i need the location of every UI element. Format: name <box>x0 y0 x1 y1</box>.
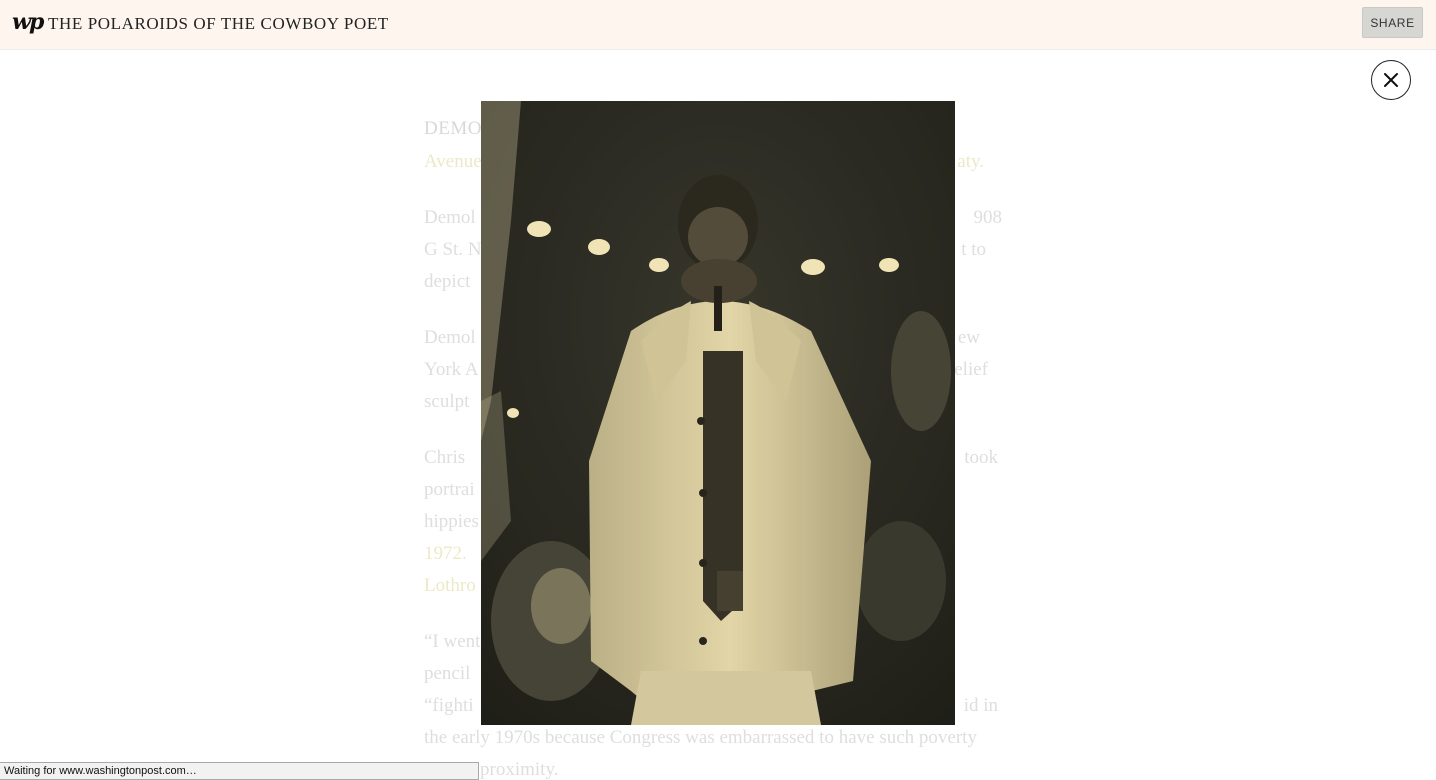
article-text: proximity. <box>480 759 559 780</box>
article-text: Avenue <box>424 151 482 172</box>
article-text: sculpt <box>424 391 470 412</box>
article-text: id in <box>963 695 998 716</box>
article-line: proximity. <box>424 754 1014 780</box>
article-text: Chris <box>424 447 466 468</box>
article-text: “fighti <box>424 695 474 716</box>
article-text: depict <box>424 271 471 292</box>
lightbox-photo[interactable] <box>481 101 955 725</box>
article-text: G St. N <box>424 239 482 260</box>
article-line: the early 1970s because Congress was emb… <box>424 722 1014 754</box>
article-text: portrai <box>424 479 475 500</box>
page-title[interactable]: THE POLAROIDS OF THE COWBOY POET <box>48 14 389 34</box>
browser-status-bar: Waiting for www.washingtonpost.com… <box>0 762 479 780</box>
article-text: pencil <box>424 663 471 684</box>
article-text: ew <box>957 327 980 348</box>
article-text: “I went <box>424 631 481 652</box>
article-text: 1972. <box>424 543 467 564</box>
article-text: Demol <box>424 207 476 228</box>
article-text: aty. <box>957 151 984 172</box>
article-text: Demol <box>424 327 476 348</box>
photo-image <box>481 101 955 725</box>
share-button[interactable]: SHARE <box>1362 7 1423 38</box>
washington-post-logo[interactable]: wp <box>12 9 44 35</box>
status-text: Waiting for www.washingtonpost.com… <box>4 765 197 777</box>
article-text: 908 <box>973 207 1003 228</box>
article-text: hippies <box>424 511 479 532</box>
article-text: t to <box>961 239 986 260</box>
header-bar: wp THE POLAROIDS OF THE COWBOY POET SHAR… <box>0 0 1436 50</box>
article-text: took <box>964 447 998 468</box>
article-text: Lothro <box>424 575 476 596</box>
article-text: elief <box>954 359 988 380</box>
close-icon <box>1384 73 1398 87</box>
article-text: York A <box>424 359 479 380</box>
article-text: the early 1970s because Congress was emb… <box>424 727 977 748</box>
close-button[interactable] <box>1371 60 1411 100</box>
